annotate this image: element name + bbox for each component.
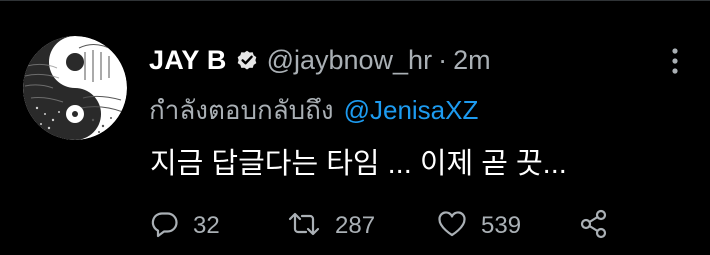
- verified-badge-icon: [235, 48, 259, 72]
- tweet-header: JAY B @jaybnow_hr · 2m: [149, 40, 491, 80]
- display-name[interactable]: JAY B: [149, 45, 227, 76]
- heart-icon: [436, 209, 468, 244]
- share-icon: [578, 208, 610, 245]
- reply-context: กำลังตอบกลับถึง @JenisaXZ: [149, 92, 478, 128]
- timestamp[interactable]: 2m: [453, 45, 491, 76]
- top-divider: [0, 0, 710, 1]
- share-button[interactable]: [578, 207, 610, 245]
- user-handle[interactable]: @jaybnow_hr: [267, 45, 433, 76]
- reply-count: 32: [193, 212, 220, 239]
- reply-prefix: กำลังตอบกลับถึง: [149, 94, 334, 125]
- comment-icon: [150, 209, 180, 244]
- separator-dot: ·: [438, 44, 448, 75]
- like-count: 539: [481, 212, 522, 239]
- reply-button[interactable]: 32: [150, 207, 220, 245]
- more-vertical-icon[interactable]: [668, 46, 682, 76]
- tweet-text: 지금 답글다는 타임 ... 이제 곧 끗...: [150, 148, 567, 180]
- retweet-icon: [286, 209, 322, 244]
- action-bar: 32 287 539: [150, 207, 620, 245]
- reply-mention-link[interactable]: @JenisaXZ: [344, 95, 479, 126]
- avatar[interactable]: [23, 36, 127, 140]
- retweet-count: 287: [335, 212, 376, 239]
- retweet-button[interactable]: 287: [286, 207, 375, 245]
- like-button[interactable]: 539: [436, 207, 521, 245]
